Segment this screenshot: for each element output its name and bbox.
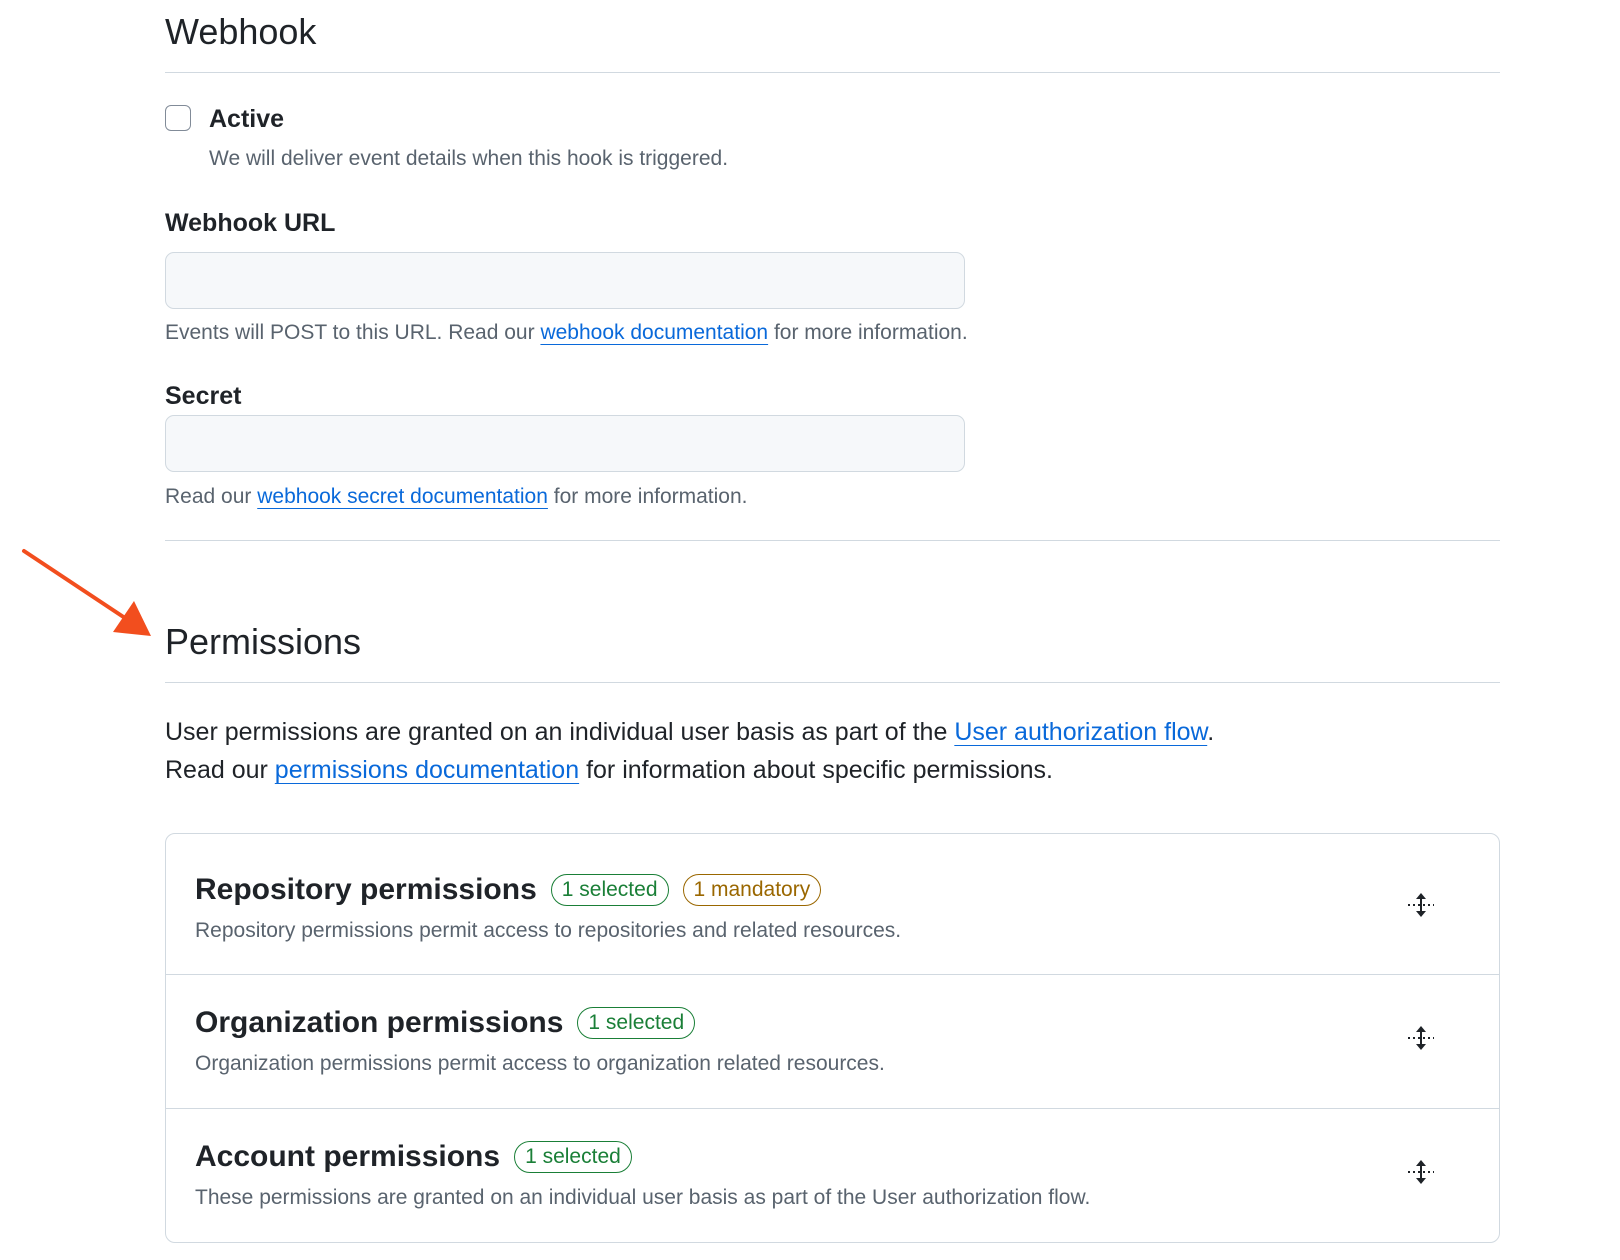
webhook-url-label: Webhook URL [165, 209, 336, 237]
account-permissions-description: These permissions are granted on an indi… [195, 1186, 1091, 1209]
repository-permissions-row[interactable]: Repository permissions 1 selected 1 mand… [166, 834, 1499, 975]
permissions-title-divider [165, 682, 1500, 683]
webhook-url-help-after: for more information. [768, 321, 968, 344]
webhook-title-divider [165, 72, 1500, 73]
user-authorization-flow-link[interactable]: User authorization flow [954, 718, 1207, 746]
unfold-icon[interactable] [1406, 1157, 1436, 1187]
webhook-url-help-before: Events will POST to this URL. Read our [165, 321, 541, 344]
webhook-documentation-link[interactable]: webhook documentation [540, 321, 768, 344]
webhook-section-title: Webhook [165, 11, 317, 52]
permissions-intro-1-before: User permissions are granted on an indiv… [165, 718, 955, 746]
permissions-documentation-link[interactable]: permissions documentation [275, 756, 579, 784]
account-permissions-row[interactable]: Account permissions 1 selected These per… [166, 1109, 1499, 1242]
repository-permissions-description: Repository permissions permit access to … [195, 919, 902, 942]
organization-permissions-header: Organization permissions 1 selected [195, 1005, 696, 1041]
organization-permissions-description: Organization permissions permit access t… [195, 1052, 885, 1075]
repository-permissions-header: Repository permissions 1 selected 1 mand… [195, 872, 822, 908]
permissions-intro-1-after: . [1207, 718, 1215, 746]
unfold-icon[interactable] [1406, 890, 1436, 920]
repository-selected-badge: 1 selected [550, 874, 669, 906]
organization-permissions-title: Organization permissions [195, 1006, 564, 1039]
organization-selected-badge: 1 selected [577, 1007, 696, 1039]
active-help-text: We will deliver event details when this … [209, 147, 729, 170]
annotation-arrow-icon [22, 549, 151, 636]
webhook-url-help: Events will POST to this URL. Read our w… [165, 320, 968, 346]
secret-help-before: Read our [165, 485, 258, 508]
secret-input[interactable] [165, 415, 965, 472]
secret-label: Secret [165, 382, 242, 410]
account-permissions-title: Account permissions [195, 1140, 501, 1173]
organization-permissions-row[interactable]: Organization permissions 1 selected Orga… [166, 975, 1499, 1109]
repository-mandatory-badge: 1 mandatory [682, 874, 822, 906]
permissions-intro-line-2: Read our permissions documentation for i… [165, 751, 1053, 789]
account-selected-badge: 1 selected [514, 1141, 632, 1173]
webhook-url-input[interactable] [165, 252, 965, 309]
permissions-intro-line-1: User permissions are granted on an indiv… [165, 713, 1214, 751]
secret-help: Read our webhook secret documentation fo… [165, 484, 748, 510]
permissions-section-title: Permissions [165, 621, 362, 662]
active-checkbox[interactable] [165, 105, 191, 131]
permissions-list: Repository permissions 1 selected 1 mand… [165, 833, 1500, 1243]
repository-permissions-title: Repository permissions [195, 873, 537, 906]
webhook-section-divider [165, 540, 1500, 541]
active-label[interactable]: Active [209, 104, 284, 134]
permissions-intro-2-before: Read our [165, 756, 275, 784]
permissions-intro-2-after: for information about specific permissio… [579, 756, 1053, 784]
account-permissions-header: Account permissions 1 selected [195, 1139, 632, 1175]
secret-help-after: for more information. [547, 485, 748, 508]
unfold-icon[interactable] [1406, 1023, 1436, 1053]
webhook-secret-documentation-link[interactable]: webhook secret documentation [257, 485, 548, 508]
